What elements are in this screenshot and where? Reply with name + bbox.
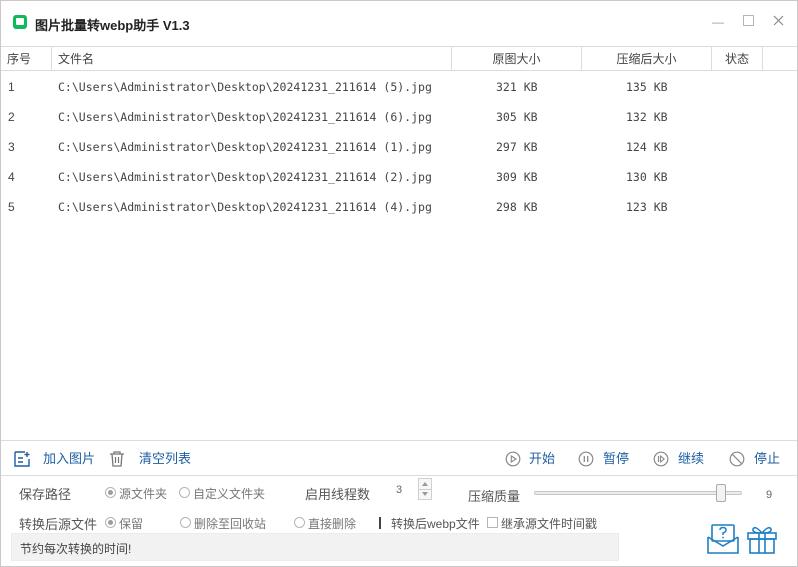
column-header-original-size[interactable]: 原图大小 [452, 47, 582, 71]
stepper-down-icon[interactable] [422, 492, 428, 496]
radio-indicator [179, 487, 190, 498]
row-index: 5 [8, 200, 15, 214]
add-image-icon [14, 451, 30, 467]
start-label: 开始 [529, 451, 556, 466]
file-table[interactable]: 序号 文件名 原图大小 压缩后大小 状态 1 C:\Users\Administ… [1, 46, 797, 439]
row-compressed-size: 130 KB [626, 170, 668, 184]
play-icon [505, 451, 521, 467]
minimize-icon[interactable]: — [711, 15, 725, 29]
radio-label: 删除至回收站 [194, 517, 267, 531]
pause-icon [578, 451, 594, 467]
table-row[interactable]: 4 C:\Users\Administrator\Desktop\2024123… [1, 162, 797, 192]
threads-stepper[interactable] [418, 478, 432, 500]
separator [379, 517, 381, 529]
pause-button[interactable]: 暂停 [578, 441, 630, 477]
quality-slider-thumb[interactable] [716, 484, 727, 502]
stop-button[interactable]: 停止 [729, 441, 781, 477]
column-header-index[interactable]: 序号 [1, 47, 52, 71]
row-filename: C:\Users\Administrator\Desktop\20241231_… [58, 170, 432, 184]
gift-icon[interactable] [746, 523, 778, 555]
radio-indicator [105, 517, 116, 528]
column-header-status[interactable]: 状态 [712, 47, 763, 71]
inherit-timestamp-checkbox[interactable] [487, 517, 498, 528]
stop-icon [729, 451, 745, 467]
radio-indicator [105, 487, 116, 498]
action-toolbar: 加入图片 清空列表 开始 暂停 继续 停止 [1, 440, 797, 476]
resume-button[interactable]: 继续 [653, 441, 705, 477]
table-row[interactable]: 5 C:\Users\Administrator\Desktop\2024123… [1, 192, 797, 222]
row-original-size: 305 KB [496, 110, 538, 124]
row-compressed-size: 132 KB [626, 110, 668, 124]
row-compressed-size: 124 KB [626, 140, 668, 154]
row-index: 2 [8, 110, 15, 124]
radio-indicator [294, 517, 305, 528]
radio-label: 自定义文件夹 [193, 487, 266, 501]
row-original-size: 298 KB [496, 200, 538, 214]
threads-value[interactable]: 3 [396, 484, 402, 496]
trash-icon [110, 451, 124, 467]
quality-slider[interactable] [534, 491, 742, 495]
maximize-icon[interactable] [741, 15, 755, 29]
radio-label: 源文件夹 [119, 487, 168, 501]
app-window: 图片批量转webp助手 V1.3 — 序号 文件名 原图大小 压缩后大小 状态 … [0, 0, 798, 567]
stepper-up-icon[interactable] [422, 482, 428, 486]
table-row[interactable]: 1 C:\Users\Administrator\Desktop\2024123… [1, 72, 797, 102]
start-button[interactable]: 开始 [505, 441, 555, 477]
save-path-label: 保存路径 [19, 487, 72, 502]
row-original-size: 297 KB [496, 140, 538, 154]
row-original-size: 309 KB [496, 170, 538, 184]
resume-label: 继续 [678, 451, 705, 466]
title-bar: 图片批量转webp助手 V1.3 — [1, 1, 797, 45]
clear-list-button[interactable]: 清空列表 [109, 441, 191, 477]
window-title: 图片批量转webp助手 V1.3 [35, 18, 190, 33]
table-row[interactable]: 3 C:\Users\Administrator\Desktop\2024123… [1, 132, 797, 162]
help-mail-icon[interactable] [707, 523, 739, 555]
row-filename: C:\Users\Administrator\Desktop\20241231_… [58, 110, 432, 124]
row-compressed-size: 123 KB [626, 200, 668, 214]
webp-file-label: 转换后webp文件 [391, 517, 480, 531]
pause-label: 暂停 [603, 451, 630, 466]
row-index: 4 [8, 170, 15, 184]
status-message: 节约每次转换的时间! [20, 542, 132, 556]
status-bar: 节约每次转换的时间! [11, 533, 619, 561]
row-index: 1 [8, 80, 15, 94]
radio-label: 直接删除 [308, 517, 357, 531]
radio-indicator [180, 517, 191, 528]
row-filename: C:\Users\Administrator\Desktop\20241231_… [58, 200, 432, 214]
inherit-timestamp-label: 继承源文件时间戳 [501, 517, 598, 531]
row-filename: C:\Users\Administrator\Desktop\20241231_… [58, 140, 432, 154]
table-header: 序号 文件名 原图大小 压缩后大小 状态 [1, 47, 797, 71]
threads-label: 启用线程数 [305, 487, 371, 502]
quality-label: 压缩质量 [468, 489, 521, 504]
row-filename: C:\Users\Administrator\Desktop\20241231_… [58, 80, 432, 94]
column-header-compressed-size[interactable]: 压缩后大小 [582, 47, 712, 71]
clear-list-label: 清空列表 [139, 451, 192, 466]
quality-value: 9 [766, 489, 773, 501]
column-header-filename[interactable]: 文件名 [52, 47, 452, 71]
add-images-button[interactable]: 加入图片 [13, 441, 96, 477]
row-compressed-size: 135 KB [626, 80, 668, 94]
resume-icon [653, 451, 669, 467]
row-index: 3 [8, 140, 15, 154]
app-logo-icon [13, 15, 27, 29]
stop-label: 停止 [754, 451, 781, 466]
table-row[interactable]: 2 C:\Users\Administrator\Desktop\2024123… [1, 102, 797, 132]
add-images-label: 加入图片 [43, 451, 96, 466]
source-file-label: 转换后源文件 [19, 517, 98, 532]
settings-panel: 保存路径 源文件夹 自定义文件夹 启用线程数 3 压缩质量 9 转换后源文件 保… [1, 477, 797, 567]
close-icon[interactable] [771, 15, 785, 29]
radio-label: 保留 [119, 517, 144, 531]
row-original-size: 321 KB [496, 80, 538, 94]
